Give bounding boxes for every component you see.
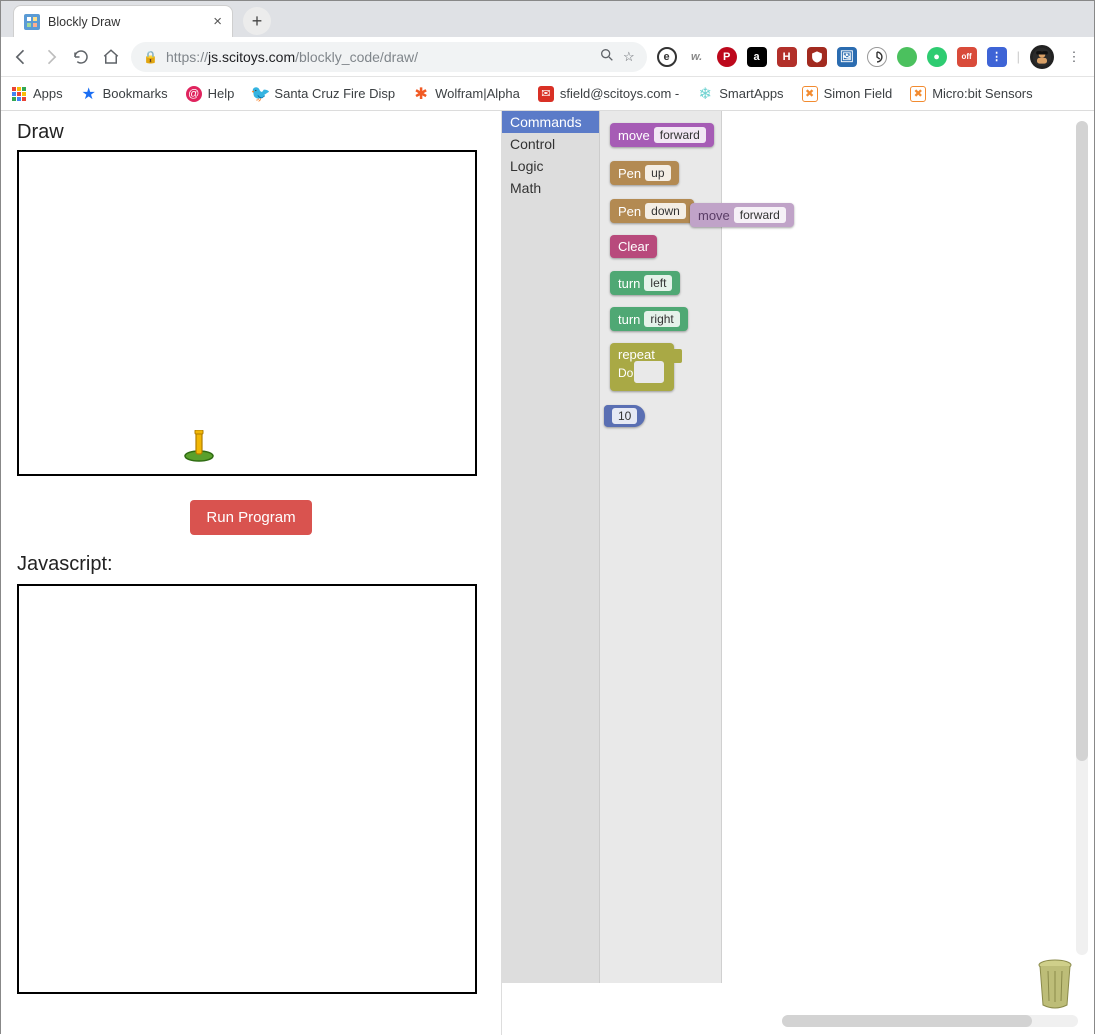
run-program-button[interactable]: Run Program [190, 500, 311, 535]
xampp-icon: ✖ [910, 86, 926, 102]
turtle-icon [181, 430, 217, 465]
bookmark-label: SmartApps [719, 86, 783, 101]
block-pen[interactable]: Pendown [610, 199, 694, 223]
toolbox-category-commands[interactable]: Commands [502, 111, 599, 133]
draw-canvas[interactable] [17, 150, 477, 476]
bookmark-item[interactable]: @ Help [186, 86, 235, 102]
back-button[interactable] [11, 47, 31, 67]
pinterest-extension-icon[interactable]: P [717, 47, 737, 67]
tab-favicon [24, 14, 40, 30]
block-repeat[interactable]: repeatDo [610, 343, 674, 391]
smartapps-icon: ❄ [697, 86, 713, 102]
left-panel: Draw Run Program Javascript: [1, 111, 501, 1035]
extension-11-icon[interactable]: off [957, 47, 977, 67]
browser-tabstrip: Blockly Draw × + [1, 1, 1094, 37]
trash-icon[interactable] [1034, 957, 1076, 1009]
reload-button[interactable] [71, 47, 91, 67]
javascript-output [17, 584, 477, 994]
bookmark-item[interactable]: ✖ Micro:bit Sensors [910, 86, 1032, 102]
bookmark-item[interactable]: 🐦 Santa Cruz Fire Disp [252, 86, 395, 102]
horizontal-scrollbar[interactable] [782, 1015, 1078, 1027]
toolbox-category-logic[interactable]: Logic [502, 155, 599, 177]
bookmark-item[interactable]: ★ Bookmarks [81, 86, 168, 102]
blockly-flyout: moveforward Penup Pendown Clear turnleft turn… [600, 111, 722, 983]
browser-toolbar: 🔒 https://js.scitoys.com/blockly_code/dr… [1, 37, 1094, 77]
bookmark-item[interactable]: ✖ Simon Field [802, 86, 893, 102]
block-clear[interactable]: Clear [610, 235, 657, 258]
toolbox-category-control[interactable]: Control [502, 133, 599, 155]
blockly-workspace[interactable]: moveforward [722, 111, 1094, 983]
bookmark-label: Wolfram|Alpha [435, 86, 520, 101]
star-bookmark-icon[interactable]: ☆ [623, 49, 635, 65]
extension-7-icon[interactable]: 🖼 [837, 47, 857, 67]
help-icon: @ [186, 86, 202, 102]
extension-10-icon[interactable]: ● [927, 47, 947, 67]
blockly-pane: CommandsControlLogicMath moveforward Penu… [501, 111, 1094, 1035]
apps-grid-icon [11, 86, 27, 102]
twitter-icon: 🐦 [252, 86, 268, 102]
bookmark-label: Help [208, 86, 235, 101]
block-turn[interactable]: turnright [610, 307, 688, 331]
tab-title: Blockly Draw [48, 15, 120, 29]
bookmarks-bar: Apps ★ Bookmarks @ Help 🐦 Santa Cruz Fir… [1, 77, 1094, 111]
forward-button [41, 47, 61, 67]
browser-tab[interactable]: Blockly Draw × [13, 5, 233, 37]
profile-avatar[interactable] [1030, 45, 1054, 69]
bookmark-label: Simon Field [824, 86, 893, 101]
home-button[interactable] [101, 47, 121, 67]
apps-shortcut[interactable]: Apps [11, 86, 63, 102]
extension-9-icon[interactable] [897, 47, 917, 67]
page-content: Draw Run Program Javascript: CommandsCon… [1, 111, 1094, 1035]
address-bar[interactable]: 🔒 https://js.scitoys.com/blockly_code/dr… [131, 42, 647, 72]
blockly-toolbox: CommandsControlLogicMath [502, 111, 600, 983]
extension-4-icon[interactable]: a [747, 47, 767, 67]
vertical-scrollbar[interactable] [1076, 121, 1088, 955]
block-move[interactable]: moveforward [610, 123, 714, 147]
bookmark-item[interactable]: ✱ Wolfram|Alpha [413, 86, 520, 102]
block-move[interactable]: moveforward [690, 203, 794, 227]
search-in-page-icon[interactable] [599, 47, 615, 66]
javascript-heading: Javascript: [17, 553, 485, 576]
wolfram-icon: ✱ [413, 86, 429, 102]
block-number[interactable]: 10 [604, 405, 645, 427]
block-pen[interactable]: Penup [610, 161, 679, 185]
extension-1-icon[interactable]: e [657, 47, 677, 67]
gmail-icon: ✉ [538, 86, 554, 102]
bookmark-label: sfield@scitoys.com - [560, 86, 679, 101]
extension-12-icon[interactable]: ⋮ [987, 47, 1007, 67]
ublock-extension-icon[interactable] [807, 47, 827, 67]
bookmark-item[interactable]: ✉ sfield@scitoys.com - [538, 86, 679, 102]
extension-8-icon[interactable] [867, 47, 887, 67]
xampp-icon: ✖ [802, 86, 818, 102]
extension-5-icon[interactable]: H [777, 47, 797, 67]
block-turn[interactable]: turnleft [610, 271, 680, 295]
toolbox-category-math[interactable]: Math [502, 177, 599, 199]
star-icon: ★ [81, 86, 97, 102]
draw-heading: Draw [17, 121, 485, 144]
bookmark-label: Santa Cruz Fire Disp [274, 86, 395, 101]
bookmark-label: Apps [33, 86, 63, 101]
url-text: https://js.scitoys.com/blockly_code/draw… [166, 49, 591, 65]
bookmark-label: Bookmarks [103, 86, 168, 101]
new-tab-button[interactable]: + [243, 7, 271, 35]
bookmark-item[interactable]: ❄ SmartApps [697, 86, 783, 102]
bookmark-label: Micro:bit Sensors [932, 86, 1032, 101]
tab-close-icon[interactable]: × [213, 13, 222, 30]
browser-menu-icon[interactable]: ⋮ [1064, 47, 1084, 67]
extension-2-icon[interactable]: w. [687, 47, 707, 67]
lock-icon: 🔒 [143, 50, 158, 64]
